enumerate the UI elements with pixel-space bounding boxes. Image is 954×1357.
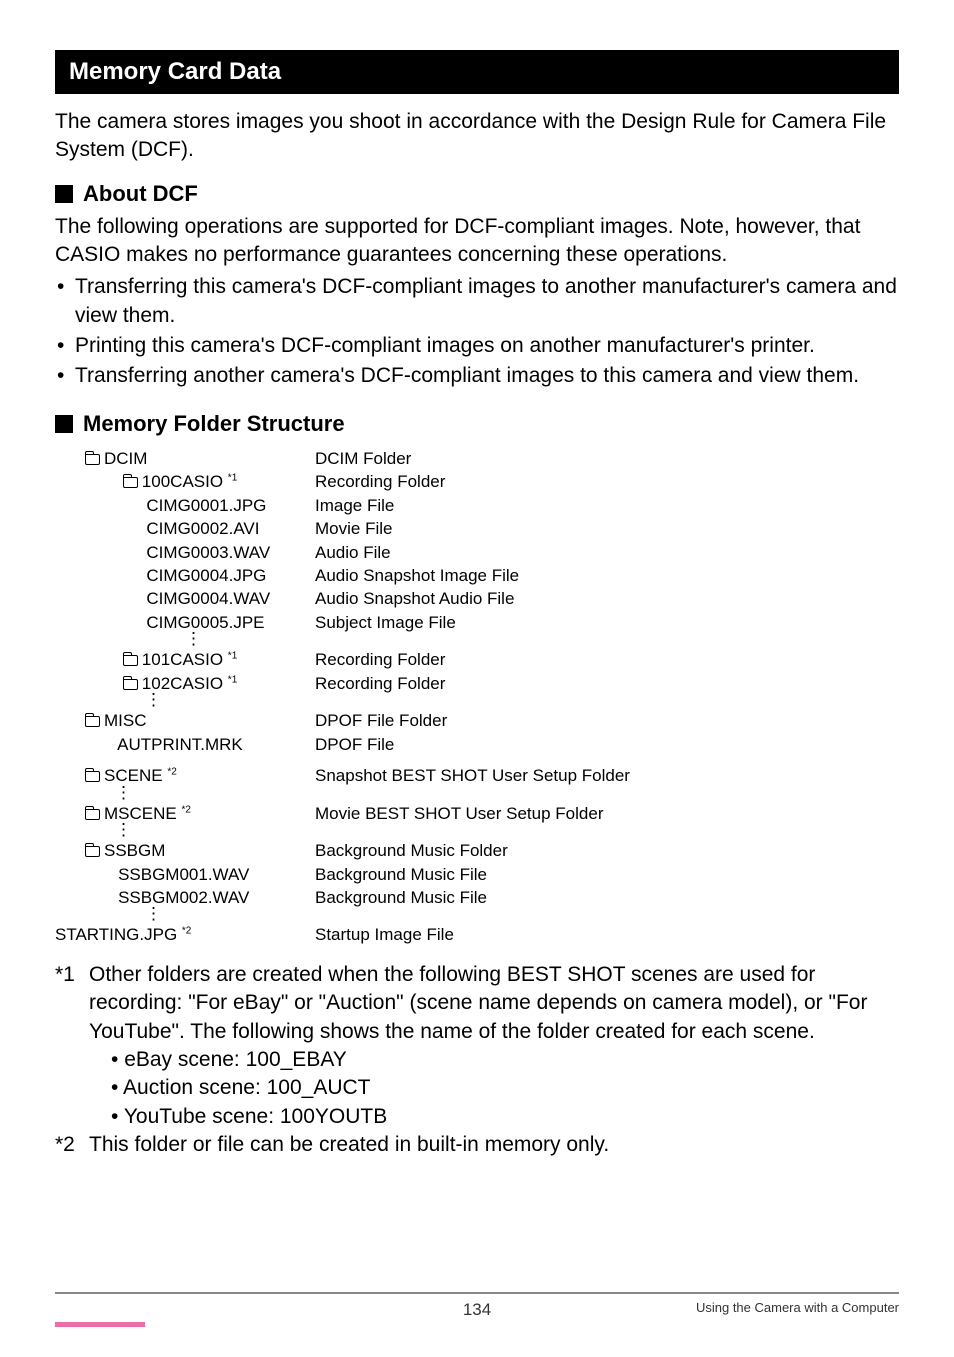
tree-desc: Background Music Folder [315,839,508,862]
ellipsis-icon: ⋮ [85,695,899,709]
folder-structure-heading: Memory Folder Structure [55,411,899,437]
tree-desc: DCIM Folder [315,447,411,470]
tree-desc: DPOF File Folder [315,709,447,732]
tree-row: AUTPRINT.MRK DPOF File [85,733,899,756]
bullet-item: eBay scene: 100_EBAY [111,1046,899,1074]
about-dcf-heading-text: About DCF [83,181,198,207]
tree-desc: Audio File [315,541,391,564]
tree-name: CIMG0004.JPG [85,564,315,587]
folder-icon [85,454,100,465]
bullet-item: Transferring this camera's DCF-compliant… [55,273,899,330]
tree-name: MISC [85,709,315,732]
folder-icon [123,679,138,690]
footnote-text: This folder or file can be created in bu… [89,1131,609,1159]
ellipsis-icon: ⋮ [85,825,899,839]
ellipsis-icon: ⋮ [85,634,899,648]
tree-name: CIMG0001.JPG [85,494,315,517]
tree-row: CIMG0004.WAV Audio Snapshot Audio File [85,587,899,610]
square-bullet-icon [55,185,73,203]
tree-row: DCIM DCIM Folder [85,447,899,470]
footnote-mark: *1 [55,961,89,989]
tree-name: 100CASIO *1 [85,470,315,493]
tree-row: CIMG0002.AVI Movie File [85,517,899,540]
tree-row: STARTING.JPG *2 Startup Image File [85,923,899,946]
tree-row: 100CASIO *1 Recording Folder [85,470,899,493]
folder-icon [85,771,100,782]
tree-desc: Recording Folder [315,672,445,695]
tree-desc: DPOF File [315,733,394,756]
footnote-2: *2 This folder or file can be created in… [55,1131,899,1159]
bullet-item: Auction scene: 100_AUCT [111,1074,899,1102]
tree-name: SSBGM001.WAV [85,863,315,886]
bullet-item: Printing this camera's DCF-compliant ima… [55,332,899,360]
tree-name: 101CASIO *1 [85,648,315,671]
tree-name: SSBGM [85,839,315,862]
tree-desc: Movie BEST SHOT User Setup Folder [315,802,603,825]
tree-row: MSCENE *2 Movie BEST SHOT User Setup Fol… [85,802,899,825]
footer-label: Using the Camera with a Computer [696,1300,899,1315]
tree-desc: Background Music File [315,886,487,909]
square-bullet-icon [55,415,73,433]
folder-icon [123,477,138,488]
tree-desc: Startup Image File [315,923,454,946]
tree-desc: Recording Folder [315,648,445,671]
folder-tree: DCIM DCIM Folder 100CASIO *1 Recording F… [85,447,899,947]
tree-row: SSBGM001.WAV Background Music File [85,863,899,886]
tree-desc: Snapshot BEST SHOT User Setup Folder [315,764,630,787]
tree-row: 101CASIO *1 Recording Folder [85,648,899,671]
page-footer: 134 Using the Camera with a Computer [55,1292,899,1315]
tree-desc: Subject Image File [315,611,456,634]
tree-name: CIMG0004.WAV [85,587,315,610]
about-dcf-paragraph: The following operations are supported f… [55,213,899,270]
tree-row: CIMG0004.JPG Audio Snapshot Image File [85,564,899,587]
about-dcf-bullets: Transferring this camera's DCF-compliant… [55,273,899,390]
folder-icon [123,655,138,666]
tree-name: SSBGM002.WAV [85,886,315,909]
tree-desc: Recording Folder [315,470,445,493]
folder-icon [85,846,100,857]
bullet-item: YouTube scene: 100YOUTB [111,1103,899,1131]
tree-desc: Background Music File [315,863,487,886]
folder-icon [85,716,100,727]
ellipsis-icon: ⋮ [85,788,899,802]
tree-row: CIMG0003.WAV Audio File [85,541,899,564]
about-dcf-heading: About DCF [55,181,899,207]
section-header: Memory Card Data [55,50,899,94]
footnotes: *1 Other folders are created when the fo… [55,961,899,1159]
tree-desc: Movie File [315,517,392,540]
intro-paragraph: The camera stores images you shoot in ac… [55,108,899,165]
tree-name: CIMG0002.AVI [85,517,315,540]
folder-structure-heading-text: Memory Folder Structure [83,411,345,437]
tree-row: SSBGM Background Music Folder [85,839,899,862]
ellipsis-icon: ⋮ [85,909,899,923]
tree-desc: Audio Snapshot Audio File [315,587,514,610]
tree-row: SCENE *2 Snapshot BEST SHOT User Setup F… [85,764,899,787]
footnote-text: Other folders are created when the follo… [89,963,867,1043]
footnote-mark: *2 [55,1131,89,1159]
tree-row: SSBGM002.WAV Background Music File [85,886,899,909]
tree-desc: Audio Snapshot Image File [315,564,519,587]
accent-bar [55,1322,145,1327]
tree-name: AUTPRINT.MRK [85,733,315,756]
tree-name: DCIM [85,447,315,470]
tree-row: 102CASIO *1 Recording Folder [85,672,899,695]
tree-name: CIMG0003.WAV [85,541,315,564]
footnote-1: *1 Other folders are created when the fo… [55,961,899,1131]
tree-row: CIMG0001.JPG Image File [85,494,899,517]
tree-name: STARTING.JPG *2 [55,923,315,946]
tree-desc: Image File [315,494,394,517]
tree-row: CIMG0005.JPE Subject Image File [85,611,899,634]
tree-row: MISC DPOF File Folder [85,709,899,732]
folder-icon [85,809,100,820]
bullet-item: Transferring another camera's DCF-compli… [55,362,899,390]
tree-name: 102CASIO *1 [85,672,315,695]
footnote-sub-bullets: eBay scene: 100_EBAY Auction scene: 100_… [89,1046,899,1131]
